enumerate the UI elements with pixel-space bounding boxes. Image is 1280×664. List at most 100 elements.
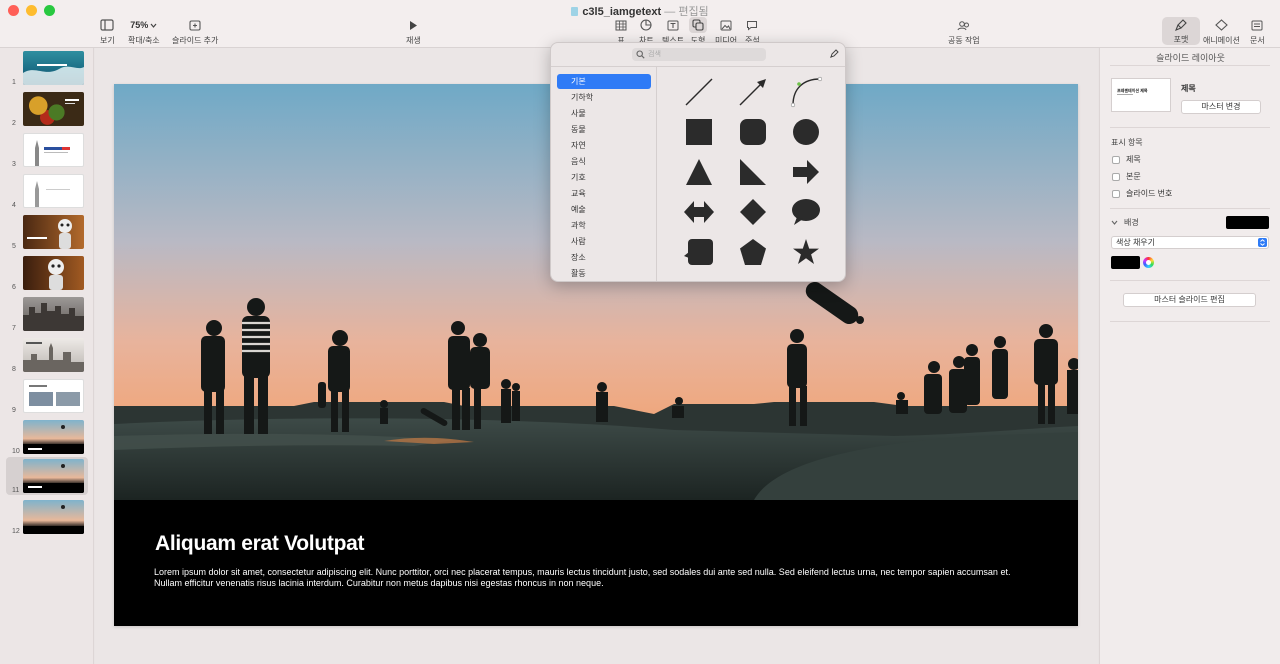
fill-type-select[interactable]: 색상 채우기 [1111,236,1269,249]
slide-title[interactable]: Aliquam erat Volutpat [155,532,364,556]
shape-search-input[interactable]: 검색 [632,48,766,61]
slide-preview [23,459,84,493]
select-arrows-icon [1258,238,1267,247]
collaborate-button[interactable]: 공동 작업 [948,17,980,46]
slide-preview [23,379,84,413]
slide-thumbnail[interactable]: 4 [0,172,94,210]
diamond-shape[interactable] [736,195,770,229]
divider [1110,208,1270,209]
category-item-food[interactable]: 음식 [557,154,651,169]
divider [1110,127,1270,128]
slide-thumbnail[interactable]: 6 [0,254,94,292]
slide-number: 9 [12,407,16,414]
category-item-education[interactable]: 교육 [557,186,651,201]
background-section-title: 배경 [1124,218,1139,227]
pentagon-shape[interactable] [736,235,770,269]
speech-bubble-shape[interactable] [789,195,823,229]
slide-number: 4 [12,202,16,209]
background-section-toggle[interactable]: 배경 [1111,217,1139,228]
curve-icon [790,76,822,108]
slide-number: 8 [12,366,16,373]
slide-body[interactable]: Lorem ipsum dolor sit amet, consectetur … [154,567,1034,589]
change-master-button[interactable]: 마스터 변경 [1181,100,1261,114]
category-item-objects[interactable]: 사물 [557,106,651,121]
body-checkbox[interactable]: 본문 [1112,171,1141,182]
add-slide-button[interactable]: 슬라이드 추가 [172,17,218,46]
pen-tool-icon[interactable] [829,48,840,59]
slide-thumbnail-selected[interactable]: 11 [6,457,88,495]
triangle-shape[interactable] [682,155,716,189]
view-label: 보기 [100,36,115,45]
checkbox[interactable] [1112,172,1120,181]
add-slide-label: 슬라이드 추가 [172,36,219,45]
layout-name: 제목 [1181,84,1196,93]
slide-preview [23,420,84,454]
diamond-icon [740,199,766,225]
category-item-places[interactable]: 장소 [557,250,651,265]
table-icon [615,20,627,30]
edit-master-slide-button[interactable]: 마스터 슬라이드 편집 [1123,293,1256,307]
format-button[interactable]: 포맷 [1162,17,1200,45]
view-button[interactable]: 보기 [100,17,115,46]
category-item-activities[interactable]: 활동 [557,266,651,281]
animate-button[interactable]: 애니메이션 [1203,17,1240,46]
arrow-line-shape[interactable] [736,75,770,109]
layout-thumbnail[interactable]: 프레젠테이션 제목 [1111,78,1171,112]
pentagon-icon [740,239,766,265]
circle-shape[interactable] [789,115,823,149]
triangle-icon [686,159,712,185]
zoom-control[interactable]: 75% 확대/축소 [128,17,160,46]
checkbox[interactable] [1112,155,1120,164]
slide-thumbnail[interactable]: 3 [0,131,94,169]
document-button[interactable]: 문서 [1250,17,1265,46]
curve-shape[interactable] [789,75,823,109]
slide-number: 6 [12,284,16,291]
chart-icon [640,19,652,31]
category-item-symbols[interactable]: 기호 [557,170,651,185]
slide-number: 10 [12,448,20,455]
square-shape[interactable] [682,115,716,149]
category-item-animals[interactable]: 동물 [557,122,651,137]
zoom-label: 확대/축소 [128,36,160,45]
callout-square-shape[interactable] [682,235,716,269]
line-shape[interactable] [682,75,716,109]
category-item-basic[interactable]: 기본 [557,74,651,89]
slide-number-checkbox[interactable]: 슬라이드 번호 [1112,188,1172,199]
slide-number: 5 [12,243,16,250]
color-wheel-icon[interactable] [1143,257,1154,268]
rounded-square-shape[interactable] [736,115,770,149]
category-item-people[interactable]: 사람 [557,234,651,249]
color-swatch[interactable] [1111,256,1140,269]
right-triangle-shape[interactable] [736,155,770,189]
category-item-arts[interactable]: 예술 [557,202,651,217]
play-button[interactable]: 재생 [406,17,421,46]
slide-thumbnail[interactable]: 9 [0,377,94,415]
keynote-doc-icon [571,7,579,16]
collaborate-icon [957,20,969,30]
category-item-nature[interactable]: 자연 [557,138,651,153]
slide-thumbnail[interactable]: 8 [0,336,94,374]
title-checkbox[interactable]: 제목 [1112,154,1141,165]
speech-bubble-icon [792,199,820,225]
slide-navigator: 1 2 3 4 5 6 7 8 9 10 11 12 [0,48,94,664]
slide-preview [23,51,84,85]
slide-thumbnail[interactable]: 7 [0,295,94,333]
arrow-shape[interactable] [789,155,823,189]
category-item-geometry[interactable]: 기하학 [557,90,651,105]
document-icon [1251,20,1263,30]
slide-thumbnail[interactable]: 2 [0,90,94,128]
slide-thumbnail[interactable]: 1 [0,49,94,87]
slide-preview [23,92,84,126]
category-item-science[interactable]: 과학 [557,218,651,233]
slide-thumbnail[interactable]: 5 [0,213,94,251]
play-icon [410,20,418,30]
star-shape[interactable] [789,235,823,269]
background-color-well[interactable] [1226,216,1269,229]
media-icon [720,20,732,30]
double-arrow-shape[interactable] [682,195,716,229]
slide-thumbnail[interactable]: 10 [0,418,94,456]
checkbox[interactable] [1112,189,1120,198]
slide-preview [23,174,84,208]
divider [1110,280,1270,281]
slide-thumbnail[interactable]: 12 [0,498,94,536]
